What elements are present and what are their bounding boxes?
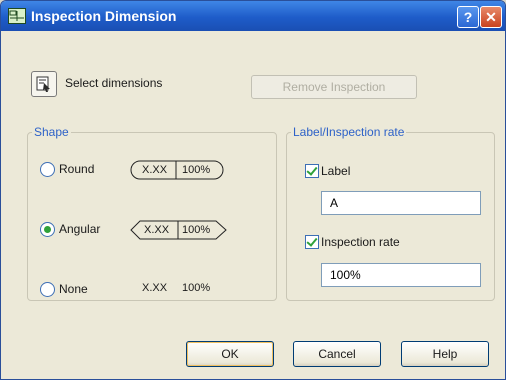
select-dimensions-icon	[36, 76, 50, 92]
app-icon	[8, 8, 26, 24]
label-checkbox[interactable]	[305, 164, 319, 178]
radio-angular-button[interactable]	[40, 222, 55, 237]
radio-round-button[interactable]	[40, 162, 55, 177]
select-dimensions-button[interactable]	[31, 71, 57, 97]
round-sample-rate: 100%	[182, 164, 211, 176]
window-title: Inspection Dimension	[31, 8, 177, 24]
none-sample-rate: 100%	[182, 282, 211, 294]
angular-sample-rate: 100%	[182, 224, 211, 236]
radio-round-label: Round	[59, 162, 95, 176]
radio-angular-label: Angular	[59, 222, 101, 236]
cancel-button[interactable]: Cancel	[293, 341, 381, 367]
label-input[interactable]	[321, 191, 481, 215]
label-inspection-group: Label/Inspection rate Label Inspection r…	[286, 125, 495, 301]
title-bar[interactable]: Inspection Dimension ? ✕	[1, 1, 505, 31]
label-checkbox-label: Label	[321, 164, 351, 178]
help-icon[interactable]: ?	[457, 6, 479, 28]
label-inspection-legend: Label/Inspection rate	[293, 125, 405, 139]
inspection-rate-checkbox[interactable]	[305, 235, 319, 249]
round-sample-value: X.XX	[142, 164, 168, 176]
ok-button[interactable]: OK	[186, 341, 274, 367]
angular-sample: X.XX 100%	[130, 220, 228, 240]
inspection-rate-input[interactable]	[321, 263, 481, 287]
angular-sample-value: X.XX	[144, 224, 170, 236]
none-sample-value: X.XX	[142, 282, 168, 294]
close-icon[interactable]: ✕	[480, 6, 502, 28]
remove-inspection-button[interactable]: Remove Inspection	[251, 75, 417, 99]
shape-legend: Shape	[34, 125, 69, 139]
shape-group: Shape Round X.XX 100% Angular X.XX 100%	[27, 125, 277, 301]
none-sample: X.XX 100%	[130, 278, 226, 298]
radio-none-button[interactable]	[40, 282, 55, 297]
help-button[interactable]: Help	[401, 341, 489, 367]
round-sample: X.XX 100%	[130, 160, 226, 180]
select-dimensions-label: Select dimensions	[65, 76, 163, 90]
dialog-window: Inspection Dimension ? ✕ Select dimensio…	[0, 0, 506, 380]
inspection-rate-label: Inspection rate	[321, 235, 400, 249]
radio-none-label: None	[59, 282, 88, 296]
